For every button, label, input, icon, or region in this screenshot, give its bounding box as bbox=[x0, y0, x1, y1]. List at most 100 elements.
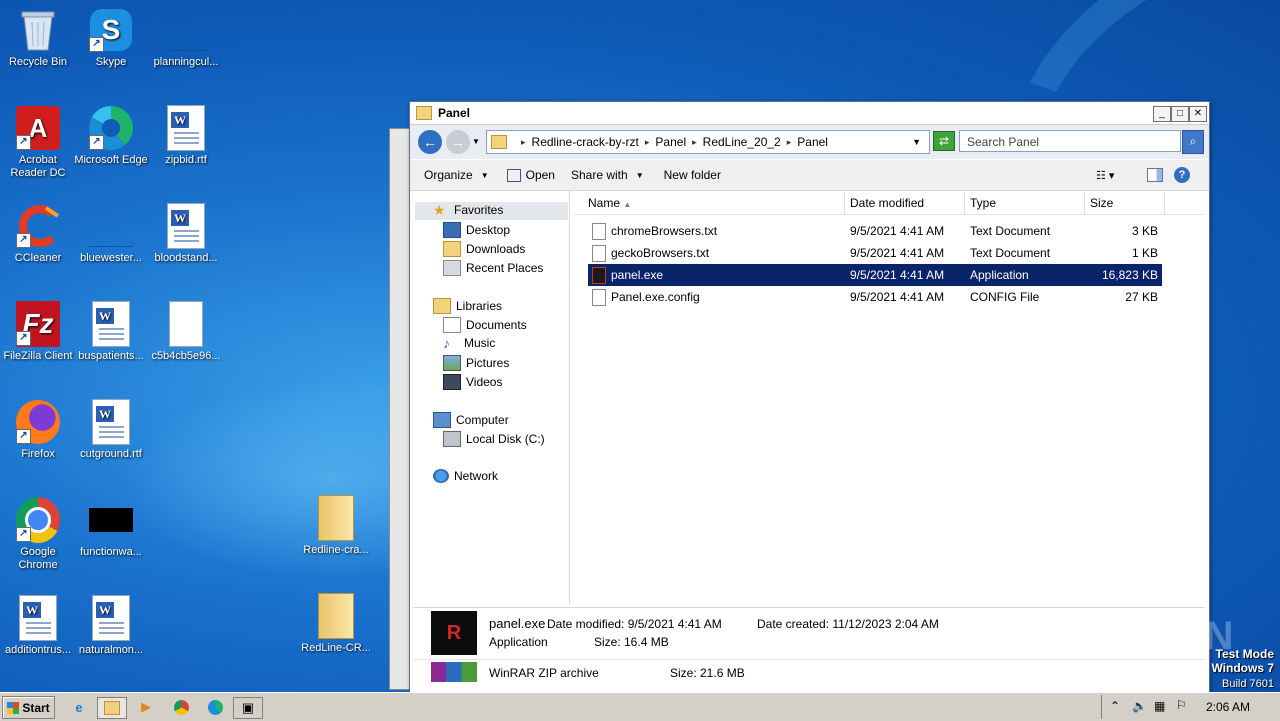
details-modified: Date modified: 9/5/2021 4:41 AM bbox=[547, 617, 722, 631]
chevron-down-icon[interactable]: ▼ bbox=[472, 137, 480, 146]
word-document-icon: W bbox=[16, 595, 60, 641]
text-file-icon bbox=[592, 245, 606, 263]
command-bar: Organize ▼ Open Share with ▼ New folder ☷ … bbox=[410, 160, 1209, 191]
search-input[interactable]: Search Panel bbox=[959, 130, 1181, 152]
file-row[interactable]: geckoBrowsers.txt 9/5/2021 4:41 AM Text … bbox=[588, 242, 1162, 264]
action-center-flag-icon[interactable]: ⚐ bbox=[1176, 698, 1187, 712]
breadcrumb-item[interactable]: Redline-crack-by-rzt bbox=[532, 135, 639, 149]
star-icon: ★ bbox=[433, 202, 446, 218]
column-header-size[interactable]: Size bbox=[1085, 192, 1165, 214]
share-with-button[interactable]: Share with ▼ bbox=[571, 168, 644, 182]
breadcrumb-item[interactable]: Panel bbox=[655, 135, 686, 149]
desktop-icon-skype[interactable]: S ↗ Skype bbox=[73, 8, 149, 69]
desktop-icon-buspatients[interactable]: W buspatients... bbox=[73, 301, 149, 363]
chrome-taskbar-icon[interactable] bbox=[170, 697, 192, 717]
system-tray: ⌃ 🔈 ▦ ⚐ 2:06 AM bbox=[1101, 695, 1280, 719]
network-tray-icon[interactable]: ▦ bbox=[1154, 699, 1165, 713]
address-bar[interactable]: ▸ Redline-crack-by-rzt ▸ Panel ▸ RedLine… bbox=[486, 130, 930, 154]
nav-item-pictures[interactable]: Pictures bbox=[443, 355, 509, 371]
desktop-icon-bluewester[interactable]: bluewester... bbox=[73, 204, 149, 265]
help-icon[interactable]: ? bbox=[1174, 167, 1190, 183]
nav-item-documents[interactable]: Documents bbox=[443, 317, 527, 333]
window-titlebar[interactable]: Panel bbox=[410, 102, 1209, 125]
view-options-icon[interactable]: ☷ ▾ bbox=[1096, 169, 1114, 182]
nav-item-desktop[interactable]: Desktop bbox=[443, 222, 510, 238]
nav-item-libraries[interactable]: Libraries bbox=[433, 298, 502, 314]
folder-icon bbox=[314, 495, 358, 541]
new-folder-button[interactable]: New folder bbox=[664, 168, 721, 182]
open-button[interactable]: Open bbox=[506, 168, 555, 182]
maximize-button[interactable]: □ bbox=[1171, 106, 1189, 122]
desktop-icon-functionwa[interactable]: functionwa... bbox=[73, 498, 149, 559]
desktop-icon-chrome[interactable]: ↗ Google Chrome bbox=[0, 497, 76, 572]
file-size: 27 KB bbox=[1125, 290, 1158, 304]
taskbar: Start e ▶ ▣ ⌃ 🔈 ▦ ⚐ 2:06 AM bbox=[0, 692, 1280, 721]
file-row[interactable]: Panel.exe.config 9/5/2021 4:41 AM CONFIG… bbox=[588, 286, 1162, 308]
window-switch-button[interactable]: ▣ bbox=[233, 697, 263, 719]
nav-item-network[interactable]: Network bbox=[433, 469, 498, 483]
build-text: Build 7601 bbox=[1222, 678, 1274, 690]
desktop-icon-redline-cr-folder[interactable]: RedLine-CR... bbox=[298, 593, 374, 655]
back-button[interactable]: ← bbox=[418, 130, 442, 154]
desktop-icon-firefox[interactable]: ↗ Firefox bbox=[0, 400, 76, 461]
desktop-icon-bloodstand[interactable]: W bloodstand... bbox=[148, 203, 224, 265]
desktop-icon-redline-crack-folder[interactable]: Redline-cra... bbox=[298, 495, 374, 557]
desktop-icon-naturalmon[interactable]: W naturalmon... bbox=[73, 595, 149, 657]
search-icon[interactable]: ⌕ bbox=[1182, 130, 1204, 154]
desktop-icon-ccleaner[interactable]: ↗ CCleaner bbox=[0, 204, 76, 265]
computer-icon bbox=[433, 412, 451, 428]
address-dropdown-icon[interactable]: ▼ bbox=[912, 137, 921, 147]
desktop-icon-cutground[interactable]: W cutground.rtf bbox=[73, 399, 149, 461]
edge-icon: ↗ bbox=[89, 106, 133, 150]
desktop-icon-filezilla[interactable]: Fz ↗ FileZilla Client bbox=[0, 301, 76, 363]
desktop-icon-acrobat[interactable]: A ↗ Acrobat Reader DC bbox=[0, 106, 76, 180]
desktop-icon-edge[interactable]: ↗ Microsoft Edge bbox=[73, 106, 149, 167]
column-header-name[interactable]: Name ▲ bbox=[574, 192, 845, 214]
file-name: panel.exe bbox=[611, 268, 664, 282]
nav-item-local-disk[interactable]: Local Disk (C:) bbox=[443, 431, 545, 447]
nav-item-videos[interactable]: Videos bbox=[443, 374, 502, 390]
file-row-selected[interactable]: panel.exe 9/5/2021 4:41 AM Application 1… bbox=[588, 264, 1162, 286]
minimize-button[interactable]: _ bbox=[1153, 106, 1171, 122]
file-type: CONFIG File bbox=[970, 290, 1040, 304]
desktop-icon-label: planningcul... bbox=[153, 56, 219, 68]
folder-icon bbox=[491, 135, 507, 149]
explorer-taskbar-button[interactable] bbox=[97, 697, 127, 719]
file-size: 1 KB bbox=[1131, 246, 1158, 260]
desktop-icon-c5b4cb5e96[interactable]: c5b4cb5e96... bbox=[148, 301, 224, 363]
clock[interactable]: 2:06 AM bbox=[1206, 700, 1250, 714]
refresh-button[interactable]: ⇄ bbox=[933, 131, 955, 151]
forward-button[interactable]: → bbox=[446, 130, 470, 154]
nav-item-recent[interactable]: Recent Places bbox=[443, 260, 543, 276]
file-row[interactable]: chromeBrowsers.txt 9/5/2021 4:41 AM Text… bbox=[588, 220, 1162, 242]
text-file-icon bbox=[592, 223, 606, 241]
desktop-icon-zipbid[interactable]: W zipbid.rtf bbox=[148, 105, 224, 167]
explorer-window: Panel _ □ ✕ ← → ▼ ▸ Redline-crack-by-rzt… bbox=[409, 101, 1210, 694]
edge-taskbar-icon[interactable] bbox=[204, 697, 226, 717]
nav-item-downloads[interactable]: Downloads bbox=[443, 241, 525, 257]
column-header-date[interactable]: Date modified bbox=[845, 192, 965, 214]
nav-item-computer[interactable]: Computer bbox=[433, 412, 509, 428]
desktop-icon-planningcul[interactable]: planningcul... bbox=[148, 8, 224, 69]
ie-icon[interactable]: e bbox=[68, 697, 90, 717]
breadcrumb-separator-icon: ▸ bbox=[786, 136, 792, 147]
close-button[interactable]: ✕ bbox=[1189, 106, 1207, 122]
start-button[interactable]: Start bbox=[2, 696, 55, 719]
desktop-icon-label: buspatients... bbox=[78, 350, 144, 362]
tray-expand-icon[interactable]: ⌃ bbox=[1110, 699, 1120, 713]
breadcrumb-item[interactable]: Panel bbox=[797, 135, 828, 149]
file-date: 9/5/2021 4:41 AM bbox=[850, 224, 945, 238]
downloads-icon bbox=[443, 241, 461, 257]
organize-button[interactable]: Organize ▼ bbox=[424, 168, 489, 182]
desktop-icon-label: additiontrus... bbox=[4, 644, 72, 656]
column-header-type[interactable]: Type bbox=[965, 192, 1085, 214]
volume-icon[interactable]: 🔈 bbox=[1132, 699, 1147, 713]
breadcrumb-item[interactable]: RedLine_20_2 bbox=[703, 135, 781, 149]
desktop-icon-additiontrus[interactable]: W additiontrus... bbox=[0, 595, 76, 657]
nav-item-favorites[interactable]: ★ Favorites bbox=[433, 203, 503, 217]
nav-item-music[interactable]: ♪ Music bbox=[443, 336, 495, 350]
preview-pane-icon[interactable] bbox=[1147, 168, 1163, 182]
media-player-icon[interactable]: ▶ bbox=[135, 697, 157, 717]
details-pane-secondary: WinRAR ZIP archive Size: 21.6 MB bbox=[413, 659, 1205, 690]
desktop-icon-recycle-bin[interactable]: Recycle Bin bbox=[0, 8, 76, 69]
